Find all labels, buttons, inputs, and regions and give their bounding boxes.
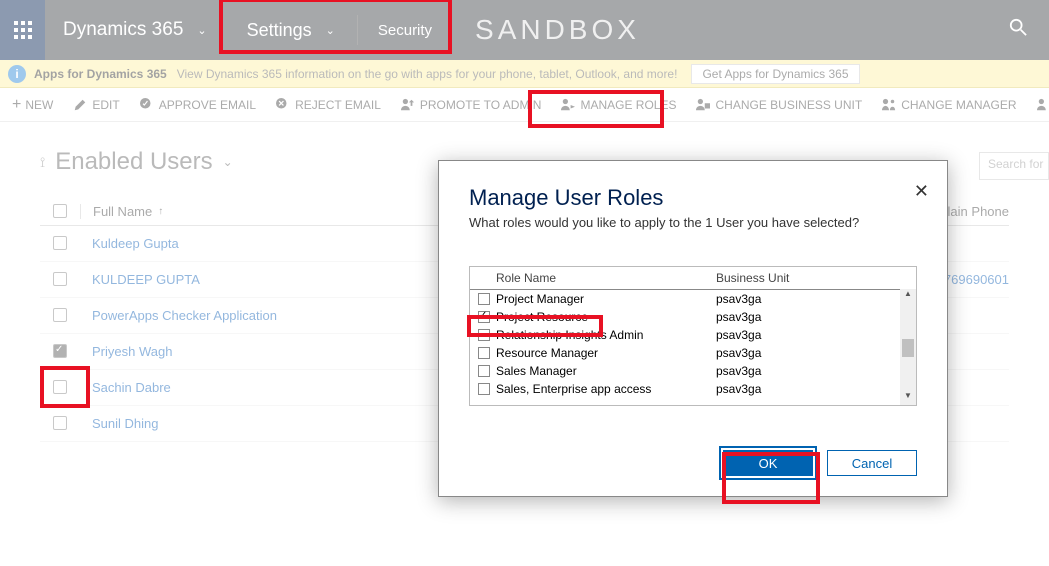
reject-email-button[interactable]: REJECT EMAIL (276, 98, 381, 112)
settings-label: Settings (247, 20, 312, 41)
dialog-title: Manage User Roles (469, 185, 917, 211)
role-name: Sales Manager (496, 364, 716, 378)
grid-icon (14, 21, 32, 39)
command-bar: NEW EDIT APPROVE EMAIL REJECT EMAIL PROM… (0, 88, 1049, 122)
roles-icon (561, 98, 575, 112)
global-search-button[interactable] (1009, 18, 1027, 41)
sort-asc-icon: ↑ (158, 206, 163, 217)
role-checkbox[interactable] (478, 311, 490, 323)
bu-icon (696, 98, 710, 112)
infobar-desc: View Dynamics 365 information on the go … (177, 67, 678, 81)
role-row[interactable]: Sales Managerpsav3ga (470, 362, 916, 380)
chevron-down-icon: ⌄ (197, 24, 206, 37)
role-bu: psav3ga (716, 310, 916, 324)
app-launcher-button[interactable] (0, 0, 45, 60)
chevron-down-icon: ⌄ (326, 24, 335, 37)
role-checkbox[interactable] (478, 293, 490, 305)
role-checkbox[interactable] (478, 383, 490, 395)
change-manager-button[interactable]: CHANGE MANAGER (882, 98, 1016, 112)
pencil-icon (73, 98, 87, 112)
row-checkbox[interactable] (40, 344, 80, 359)
info-icon: i (8, 65, 26, 83)
scroll-down-icon: ▼ (900, 391, 916, 405)
role-bu: psav3ga (716, 382, 916, 396)
edit-button[interactable]: EDIT (73, 98, 119, 112)
role-name: Project Resource (496, 310, 716, 324)
role-list: Role Name Business Unit Project Managerp… (469, 266, 917, 406)
dialog-subtitle: What roles would you like to apply to th… (469, 215, 917, 230)
row-checkbox[interactable] (40, 416, 80, 431)
row-checkbox[interactable] (40, 236, 80, 251)
role-bu: psav3ga (716, 364, 916, 378)
select-all-checkbox[interactable] (40, 204, 80, 219)
row-checkbox[interactable] (40, 272, 80, 287)
sandbox-label: SANDBOX (475, 0, 640, 60)
pin-icon: ⟟ (40, 154, 45, 171)
change-bu-button[interactable]: CHANGE BUSINESS UNIT (696, 98, 862, 112)
top-navbar: Dynamics 365 ⌄ Settings ⌄ Security SANDB… (0, 0, 1049, 60)
dialog-close-button[interactable]: ✕ (914, 181, 929, 202)
role-name: Sales, Enterprise app access (496, 382, 716, 396)
cancel-button[interactable]: Cancel (827, 450, 917, 476)
row-checkbox[interactable] (40, 380, 80, 395)
manage-roles-button[interactable]: MANAGE ROLES (561, 98, 676, 112)
reject-icon (276, 98, 290, 112)
role-row[interactable]: Relationship Insights Adminpsav3ga (470, 326, 916, 344)
role-row[interactable]: Resource Managerpsav3ga (470, 344, 916, 362)
person-icon (1037, 98, 1049, 112)
chevron-down-icon: ⌄ (223, 155, 233, 169)
role-row[interactable]: Sales, Enterprise app accesspsav3ga (470, 380, 916, 398)
approve-email-button[interactable]: APPROVE EMAIL (140, 98, 256, 112)
role-name: Relationship Insights Admin (496, 328, 716, 342)
manage-roles-dialog: ✕ Manage User Roles What roles would you… (438, 160, 948, 497)
role-checkbox[interactable] (478, 347, 490, 359)
manager-icon (882, 98, 896, 112)
notification-bar: i Apps for Dynamics 365 View Dynamics 36… (0, 60, 1049, 88)
role-name: Project Manager (496, 292, 716, 306)
change-more-button[interactable]: CHANG (1037, 98, 1049, 112)
row-checkbox[interactable] (40, 308, 80, 323)
promote-admin-button[interactable]: PROMOTE TO ADMIN (401, 98, 542, 112)
role-bu: psav3ga (716, 346, 916, 360)
role-checkbox[interactable] (478, 365, 490, 377)
brand-dropdown[interactable]: Dynamics 365 ⌄ (45, 0, 225, 60)
grid-search-input[interactable]: Search for (979, 152, 1049, 180)
role-bu: psav3ga (716, 292, 916, 306)
role-checkbox[interactable] (478, 329, 490, 341)
person-up-icon (401, 98, 415, 112)
get-apps-button[interactable]: Get Apps for Dynamics 365 (691, 64, 859, 84)
scroll-up-icon: ▲ (900, 289, 916, 303)
infobar-title: Apps for Dynamics 365 (34, 67, 167, 81)
scroll-thumb[interactable] (902, 339, 914, 357)
role-col-bu: Business Unit (716, 271, 916, 285)
role-row[interactable]: Project Resourcepsav3ga (470, 308, 916, 326)
role-row[interactable]: Project Managerpsav3ga (470, 290, 916, 308)
new-button[interactable]: NEW (12, 96, 53, 114)
brand-label: Dynamics 365 (63, 19, 183, 41)
role-col-name: Role Name (496, 271, 716, 285)
view-title-label: Enabled Users (55, 148, 212, 176)
role-bu: psav3ga (716, 328, 916, 342)
security-breadcrumb[interactable]: Security (357, 15, 452, 45)
role-name: Resource Manager (496, 346, 716, 360)
settings-dropdown[interactable]: Settings ⌄ (225, 0, 357, 60)
approve-icon (140, 98, 154, 112)
role-list-scrollbar[interactable]: ▲ ▼ (900, 289, 916, 405)
ok-button[interactable]: OK (723, 450, 813, 476)
search-icon (1009, 18, 1027, 36)
